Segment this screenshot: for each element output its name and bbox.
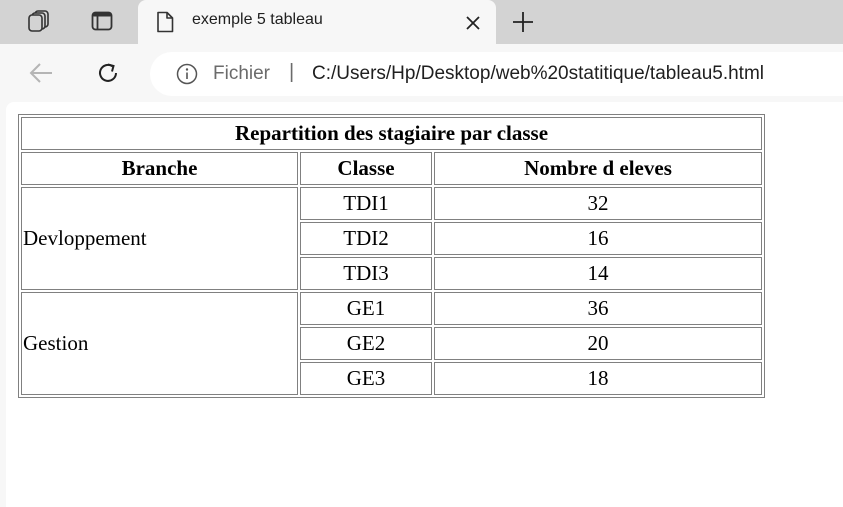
table-row: Devloppement TDI1 32 [21, 187, 762, 290]
header-nombre: Nombre d eleves [434, 152, 762, 185]
classe-cell: TDI2 [300, 222, 432, 255]
nombre-cell: 20 [434, 327, 762, 360]
nombre-cell: 36 [434, 292, 762, 325]
page-viewport: Repartition des stagiaire par classe Bra… [6, 102, 843, 507]
navigation-toolbar: Fichier | C:/Users/Hp/Desktop/web%20stat… [0, 44, 843, 102]
classe-cell: TDI1 [300, 187, 432, 220]
address-separator: | [289, 61, 295, 83]
tab-active[interactable]: exemple 5 tableau [138, 0, 496, 44]
close-icon [466, 16, 480, 30]
header-row: Branche Classe Nombre d eleves [21, 152, 762, 185]
browser-window: exemple 5 tableau Fichier | C:/Users/Hp/… [0, 0, 843, 507]
stagiaires-table: Repartition des stagiaire par classe Bra… [18, 114, 765, 398]
file-scheme-label: Fichier [213, 63, 271, 84]
refresh-button[interactable] [91, 56, 125, 90]
tab-strip: exemple 5 tableau [0, 0, 843, 44]
page-icon [157, 11, 174, 33]
tab-title: exemple 5 tableau [192, 11, 323, 28]
info-icon[interactable] [176, 63, 198, 85]
header-branche: Branche [21, 152, 298, 185]
tab-actions-button[interactable] [82, 4, 122, 38]
back-button[interactable] [24, 56, 58, 90]
nombre-cell: 14 [434, 257, 762, 290]
tab-actions-icon [91, 11, 113, 31]
classe-cell: GE2 [300, 327, 432, 360]
branche-cell: Gestion [21, 292, 298, 395]
branche-cell: Devloppement [21, 187, 298, 290]
caption-row: Repartition des stagiaire par classe [21, 117, 762, 150]
new-tab-button[interactable] [507, 6, 539, 38]
workspaces-button[interactable] [19, 4, 59, 38]
plus-icon [513, 12, 533, 32]
tab-close-button[interactable] [460, 10, 486, 36]
classe-cell: GE1 [300, 292, 432, 325]
nombre-cell: 18 [434, 362, 762, 395]
address-bar[interactable]: Fichier | C:/Users/Hp/Desktop/web%20stat… [150, 52, 843, 96]
nombre-cell: 32 [434, 187, 762, 220]
workspaces-icon [28, 10, 49, 32]
classe-cell: GE3 [300, 362, 432, 395]
nombre-cell: 16 [434, 222, 762, 255]
table-row: Gestion GE1 36 [21, 292, 762, 395]
refresh-icon [99, 63, 117, 82]
table-caption: Repartition des stagiaire par classe [21, 117, 762, 150]
header-classe: Classe [300, 152, 432, 185]
classe-cell: TDI3 [300, 257, 432, 290]
url-text[interactable]: C:/Users/Hp/Desktop/web%20statitique/tab… [312, 63, 764, 85]
back-arrow-icon [29, 63, 52, 83]
